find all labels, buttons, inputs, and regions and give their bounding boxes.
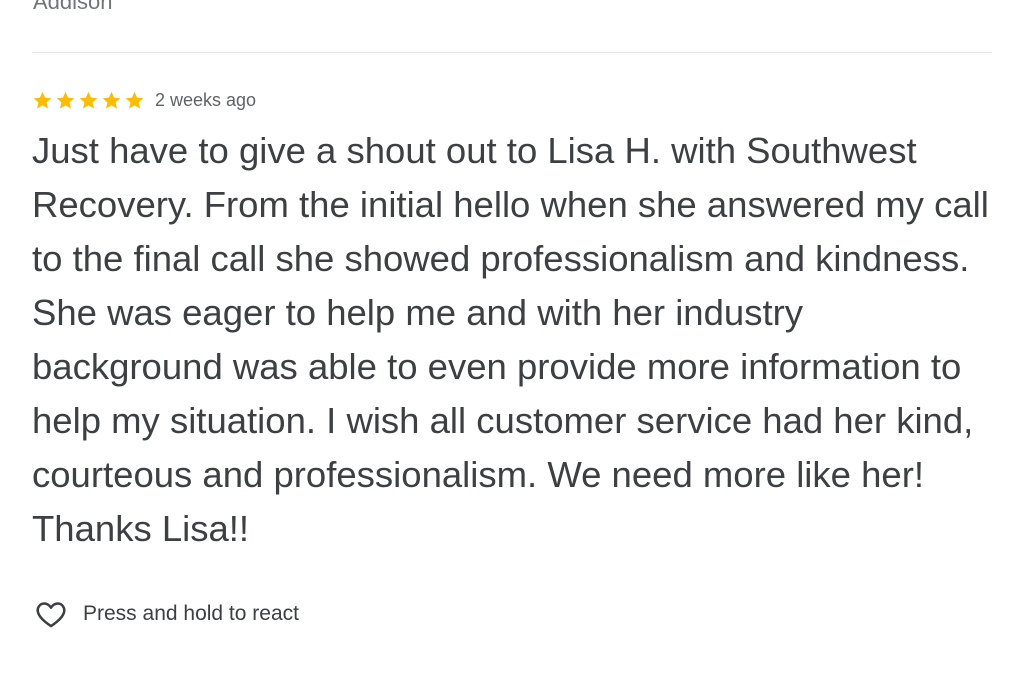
- review-text: Just have to give a shout out to Lisa H.…: [32, 130, 989, 549]
- star-icon: [78, 90, 99, 111]
- review-rating-row: 2 weeks ago: [32, 88, 256, 112]
- divider: [32, 52, 992, 53]
- review-date: 2 weeks ago: [155, 89, 257, 110]
- heart-outline-icon[interactable]: [33, 596, 69, 632]
- star-icon: [124, 90, 145, 111]
- react-button[interactable]: Press and hold to react: [33, 596, 299, 632]
- star-icon: [101, 90, 122, 111]
- star-rating: [32, 90, 147, 111]
- reviewer-name: Addison: [33, 0, 113, 14]
- star-icon: [55, 90, 76, 111]
- star-icon: [32, 90, 53, 111]
- react-label[interactable]: Press and hold to react: [83, 602, 299, 626]
